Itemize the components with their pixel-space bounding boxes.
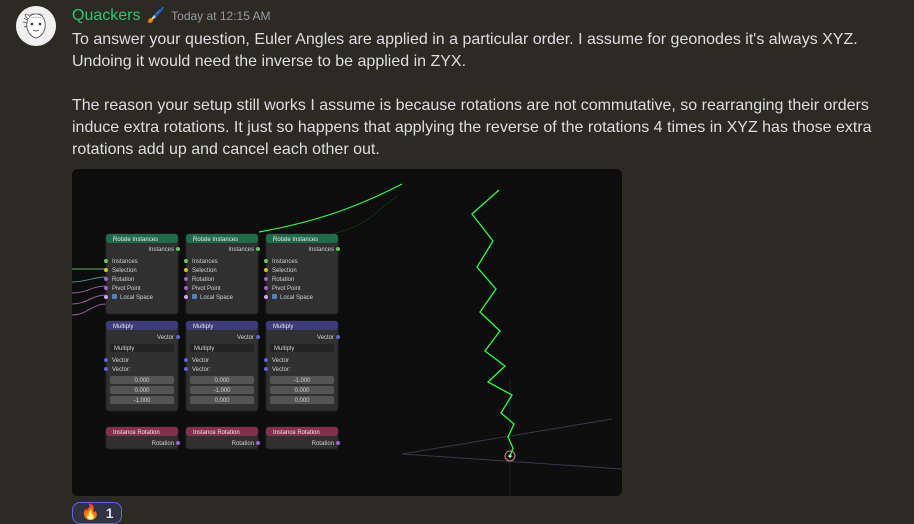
svg-text:Multiply: Multiply xyxy=(194,346,214,352)
svg-text:Local Space: Local Space xyxy=(280,295,314,301)
svg-text:Rotation: Rotation xyxy=(312,441,334,447)
svg-text:0.000: 0.000 xyxy=(134,388,150,394)
svg-text:Selection: Selection xyxy=(272,268,297,274)
username[interactable]: Quackers xyxy=(72,6,140,27)
svg-text:Multiply: Multiply xyxy=(114,346,134,352)
svg-text:Rotate Instances: Rotate Instances xyxy=(273,237,318,243)
message: Quackers 🖌️ Today at 12:15 AM To answer … xyxy=(0,0,914,524)
avatar[interactable] xyxy=(16,6,56,46)
svg-text:Rotation: Rotation xyxy=(232,441,254,447)
svg-text:Vector: Vector xyxy=(192,358,209,364)
message-content: Quackers 🖌️ Today at 12:15 AM To answer … xyxy=(72,6,898,524)
reactions: 🔥 1 xyxy=(72,502,898,524)
svg-text:Instances: Instances xyxy=(308,247,334,253)
reaction-count: 1 xyxy=(106,505,114,521)
svg-text:Selection: Selection xyxy=(192,268,217,274)
svg-text:-1.000: -1.000 xyxy=(213,388,231,394)
svg-text:Rotation: Rotation xyxy=(192,277,214,283)
svg-text:Local Space: Local Space xyxy=(120,295,154,301)
svg-text:Vector: Vector xyxy=(237,335,254,341)
reaction-button[interactable]: 🔥 1 xyxy=(72,502,122,524)
svg-text:Multiply: Multiply xyxy=(273,324,293,330)
svg-text:Instance Rotation: Instance Rotation xyxy=(273,430,320,436)
svg-text:Instance Rotation: Instance Rotation xyxy=(193,430,240,436)
message-header: Quackers 🖌️ Today at 12:15 AM xyxy=(72,6,898,27)
svg-text:Instances: Instances xyxy=(272,259,298,265)
svg-text:Pivot Point: Pivot Point xyxy=(112,286,141,292)
svg-text:0.000: 0.000 xyxy=(294,388,310,394)
svg-text:Rotation: Rotation xyxy=(152,441,174,447)
svg-text:Instances: Instances xyxy=(228,247,254,253)
message-body: To answer your question, Euler Angles ar… xyxy=(72,29,898,161)
role-badge-icon: 🖌️ xyxy=(146,6,165,26)
svg-text:Rotation: Rotation xyxy=(112,277,134,283)
svg-text:Multiply: Multiply xyxy=(193,324,213,330)
svg-text:Multiply: Multiply xyxy=(113,324,133,330)
attachment-image[interactable]: Rotate Instances Instances Instances Sel… xyxy=(72,169,622,496)
svg-text:Instances: Instances xyxy=(192,259,218,265)
fire-icon: 🔥 xyxy=(81,505,100,520)
timestamp: Today at 12:15 AM xyxy=(171,9,270,25)
svg-text:Instance Rotation: Instance Rotation xyxy=(113,430,160,436)
svg-text:0.000: 0.000 xyxy=(134,378,150,384)
svg-text:Rotation: Rotation xyxy=(272,277,294,283)
svg-text:Instances: Instances xyxy=(148,247,174,253)
svg-text:Multiply: Multiply xyxy=(274,346,294,352)
svg-text:Vector: Vector xyxy=(317,335,334,341)
svg-text:Vector:: Vector: xyxy=(272,367,291,373)
svg-text:Vector: Vector xyxy=(112,358,129,364)
paragraph: The reason your setup still works I assu… xyxy=(72,95,898,161)
svg-text:0.000: 0.000 xyxy=(214,378,230,384)
svg-text:Vector: Vector xyxy=(157,335,174,341)
svg-text:Local Space: Local Space xyxy=(200,295,234,301)
svg-text:Pivot Point: Pivot Point xyxy=(192,286,221,292)
paragraph: To answer your question, Euler Angles ar… xyxy=(72,29,898,73)
svg-text:Pivot Point: Pivot Point xyxy=(272,286,301,292)
svg-text:Vector:: Vector: xyxy=(192,367,211,373)
svg-text:0.000: 0.000 xyxy=(294,398,310,404)
svg-text:Rotate Instances: Rotate Instances xyxy=(113,237,158,243)
svg-text:-1.000: -1.000 xyxy=(293,378,311,384)
svg-text:Instances: Instances xyxy=(112,259,138,265)
svg-text:-1.000: -1.000 xyxy=(133,398,151,404)
svg-text:Vector: Vector xyxy=(272,358,289,364)
svg-text:Selection: Selection xyxy=(112,268,137,274)
svg-text:0.000: 0.000 xyxy=(214,398,230,404)
svg-text:Vector:: Vector: xyxy=(112,367,131,373)
svg-text:Rotate Instances: Rotate Instances xyxy=(193,237,238,243)
